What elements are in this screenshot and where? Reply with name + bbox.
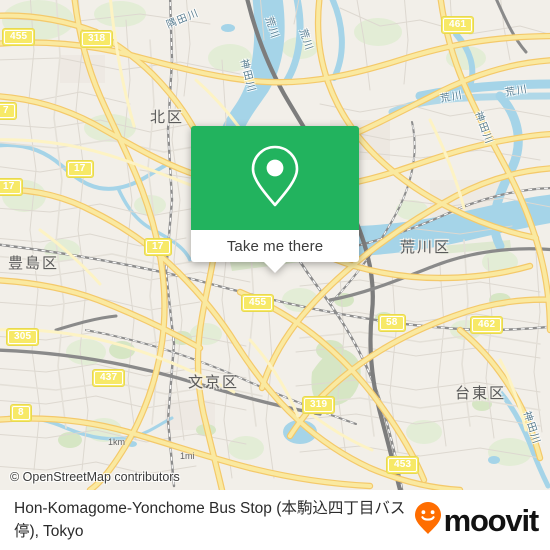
road-shield-number: 305 <box>8 330 38 344</box>
popup-action-bar[interactable]: Take me there <box>191 230 359 262</box>
road-shield-number: 437 <box>94 371 124 385</box>
road-shield-number: 58 <box>380 316 404 330</box>
road-shield[interactable]: 319 <box>302 396 336 414</box>
road-shield[interactable]: 462 <box>470 316 504 334</box>
road-shield[interactable]: 17 <box>0 178 23 196</box>
place-label: 豊島区 <box>8 255 60 272</box>
road-shield[interactable]: 8 <box>10 404 32 422</box>
place-label: 文京区 <box>188 374 240 391</box>
road-shield[interactable]: 455 <box>241 294 275 312</box>
road-shield-number: 453 <box>388 458 418 472</box>
road-shield-number: 318 <box>82 32 112 46</box>
moovit-logo[interactable]: moovit <box>414 501 550 540</box>
road-shield-number: 319 <box>304 398 334 412</box>
map-pin-icon <box>249 143 301 214</box>
road-shield-number: 455 <box>243 296 273 310</box>
road-shield-number: 7 <box>0 104 15 118</box>
road-shield-number: 462 <box>472 318 502 332</box>
road-shield[interactable]: 58 <box>378 314 406 332</box>
road-shield-number: 17 <box>0 180 21 194</box>
take-me-there-popup[interactable]: Take me there <box>191 126 359 273</box>
road-shield-number: 455 <box>4 30 34 44</box>
road-shield[interactable]: 17 <box>66 160 94 178</box>
popup-header <box>191 126 359 230</box>
place-label: 北区 <box>150 109 185 126</box>
footer-bar: Hon-Komagome-Yonchome Bus Stop (本駒込四丁目バス… <box>0 490 550 550</box>
osm-attribution[interactable]: © OpenStreetMap contributors <box>10 470 180 484</box>
road-shield[interactable]: 461 <box>441 16 475 34</box>
take-me-there-label: Take me there <box>226 237 324 255</box>
road-shield[interactable]: 318 <box>80 30 114 48</box>
moovit-smiley-pin-icon <box>414 501 442 540</box>
road-shield[interactable]: 305 <box>6 328 40 346</box>
moovit-map-screenshot: .land{fill:#f2efe9} .green{fill:#d6e6c4}… <box>0 0 550 550</box>
popup-tail <box>264 262 286 273</box>
road-shield-number: 8 <box>12 406 30 420</box>
road-shield[interactable]: 455 <box>2 28 36 46</box>
place-label: 台東区 <box>455 385 507 402</box>
road-shield[interactable]: 453 <box>386 456 420 474</box>
scale-label-mi: 1mi <box>180 451 195 461</box>
road-shield-number: 17 <box>68 162 92 176</box>
scale-label-km: 1km <box>108 437 126 447</box>
road-shield-number: 461 <box>443 18 473 32</box>
road-shield[interactable]: 17 <box>144 238 172 256</box>
road-shield[interactable]: 437 <box>92 369 126 387</box>
moovit-wordmark: moovit <box>443 502 540 538</box>
road-shield-number: 17 <box>146 240 170 254</box>
road-shield[interactable]: 7 <box>0 102 17 120</box>
stop-title: Hon-Komagome-Yonchome Bus Stop (本駒込四丁目バス… <box>14 500 406 540</box>
place-label: 荒川区 <box>400 239 452 256</box>
